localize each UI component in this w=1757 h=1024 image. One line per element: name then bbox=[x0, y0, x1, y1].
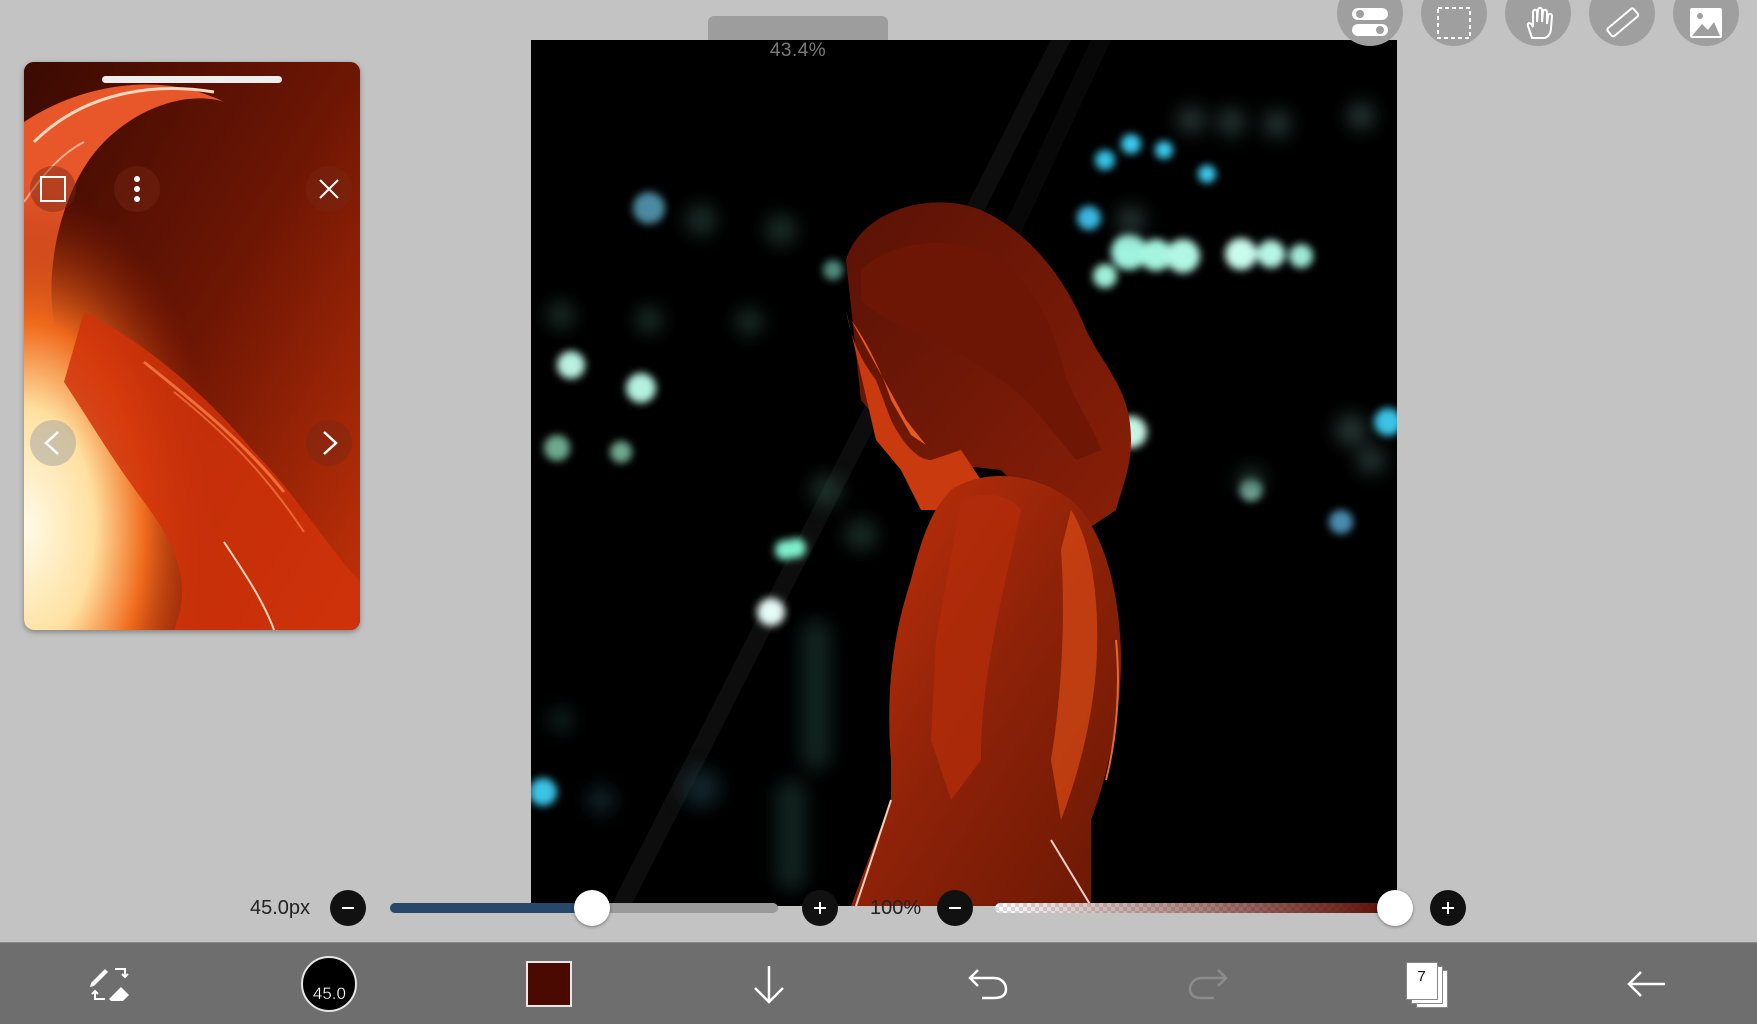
bottom-toolbar: 45.0 7 bbox=[0, 942, 1757, 1024]
hand-tool-button[interactable] bbox=[1505, 0, 1571, 46]
layer-count: 7 bbox=[1417, 967, 1426, 985]
close-icon bbox=[319, 179, 339, 199]
plus-icon bbox=[814, 902, 826, 914]
hand-icon bbox=[1526, 6, 1554, 39]
toggle-tool-button[interactable] bbox=[1337, 0, 1403, 46]
pen-eraser-swap-button[interactable] bbox=[78, 952, 142, 1016]
zoom-tab[interactable] bbox=[708, 16, 888, 40]
color-button[interactable] bbox=[517, 952, 581, 1016]
opacity-slider[interactable] bbox=[995, 890, 1413, 926]
more-icon bbox=[134, 176, 140, 202]
next-icon bbox=[323, 431, 338, 455]
reference-more-button[interactable] bbox=[114, 166, 160, 212]
reference-frame-button[interactable] bbox=[30, 166, 76, 212]
previous-icon bbox=[44, 431, 59, 455]
undo-button[interactable] bbox=[956, 952, 1020, 1016]
material-tool-button[interactable] bbox=[1673, 0, 1739, 46]
brush-size-slider-fill bbox=[390, 903, 592, 913]
artwork-image bbox=[531, 40, 1397, 906]
brush-size-decrease-button[interactable] bbox=[330, 890, 366, 926]
reference-previous-button[interactable] bbox=[30, 420, 76, 466]
undo-icon bbox=[968, 968, 1008, 999]
brush-size-slider[interactable] bbox=[390, 890, 778, 926]
layers-icon: 7 bbox=[1405, 961, 1450, 1008]
minus-icon bbox=[342, 907, 354, 909]
minus-icon bbox=[949, 907, 961, 909]
selection-icon bbox=[1437, 7, 1471, 39]
current-color-swatch bbox=[526, 960, 573, 1007]
pen-eraser-swap-icon bbox=[89, 967, 129, 1001]
zoom-level-label: 43.4% bbox=[769, 40, 827, 61]
reference-image bbox=[24, 62, 360, 630]
redo-icon bbox=[1188, 968, 1228, 999]
selection-tool-button[interactable] bbox=[1421, 0, 1487, 46]
brush-size-value: 45.0 bbox=[312, 983, 346, 1003]
ruler-tool-button[interactable] bbox=[1589, 0, 1655, 46]
layers-button[interactable]: 7 bbox=[1396, 952, 1460, 1016]
arrow-left-icon bbox=[1627, 970, 1666, 997]
brush-size-increase-button[interactable] bbox=[802, 890, 838, 926]
back-button[interactable] bbox=[1615, 952, 1679, 1016]
redo-button[interactable] bbox=[1176, 952, 1240, 1016]
opacity-increase-button[interactable] bbox=[1430, 890, 1466, 926]
reference-next-button[interactable] bbox=[306, 420, 352, 466]
arrow-down-icon bbox=[753, 965, 784, 1004]
opacity-label: 100% bbox=[870, 897, 922, 919]
ruler-icon bbox=[1606, 7, 1640, 38]
brush-size-button[interactable]: 45.0 bbox=[297, 952, 361, 1016]
reference-drag-handle[interactable] bbox=[102, 76, 282, 83]
toggle-icon bbox=[1352, 8, 1388, 36]
plus-icon bbox=[1442, 902, 1454, 914]
brush-size-label: 45.0px bbox=[250, 897, 311, 919]
opacity-decrease-button[interactable] bbox=[937, 890, 973, 926]
reference-close-button[interactable] bbox=[306, 166, 352, 212]
drawing-canvas[interactable] bbox=[531, 40, 1397, 906]
material-image-icon bbox=[1690, 8, 1722, 38]
reference-window[interactable] bbox=[24, 62, 360, 630]
download-button[interactable] bbox=[737, 952, 801, 1016]
brush-preview: 45.0 bbox=[301, 955, 358, 1012]
top-toolbar bbox=[1337, 0, 1757, 46]
brush-size-slider-thumb[interactable] bbox=[573, 890, 610, 926]
frame-icon bbox=[40, 176, 66, 202]
opacity-slider-thumb[interactable] bbox=[1377, 890, 1413, 926]
